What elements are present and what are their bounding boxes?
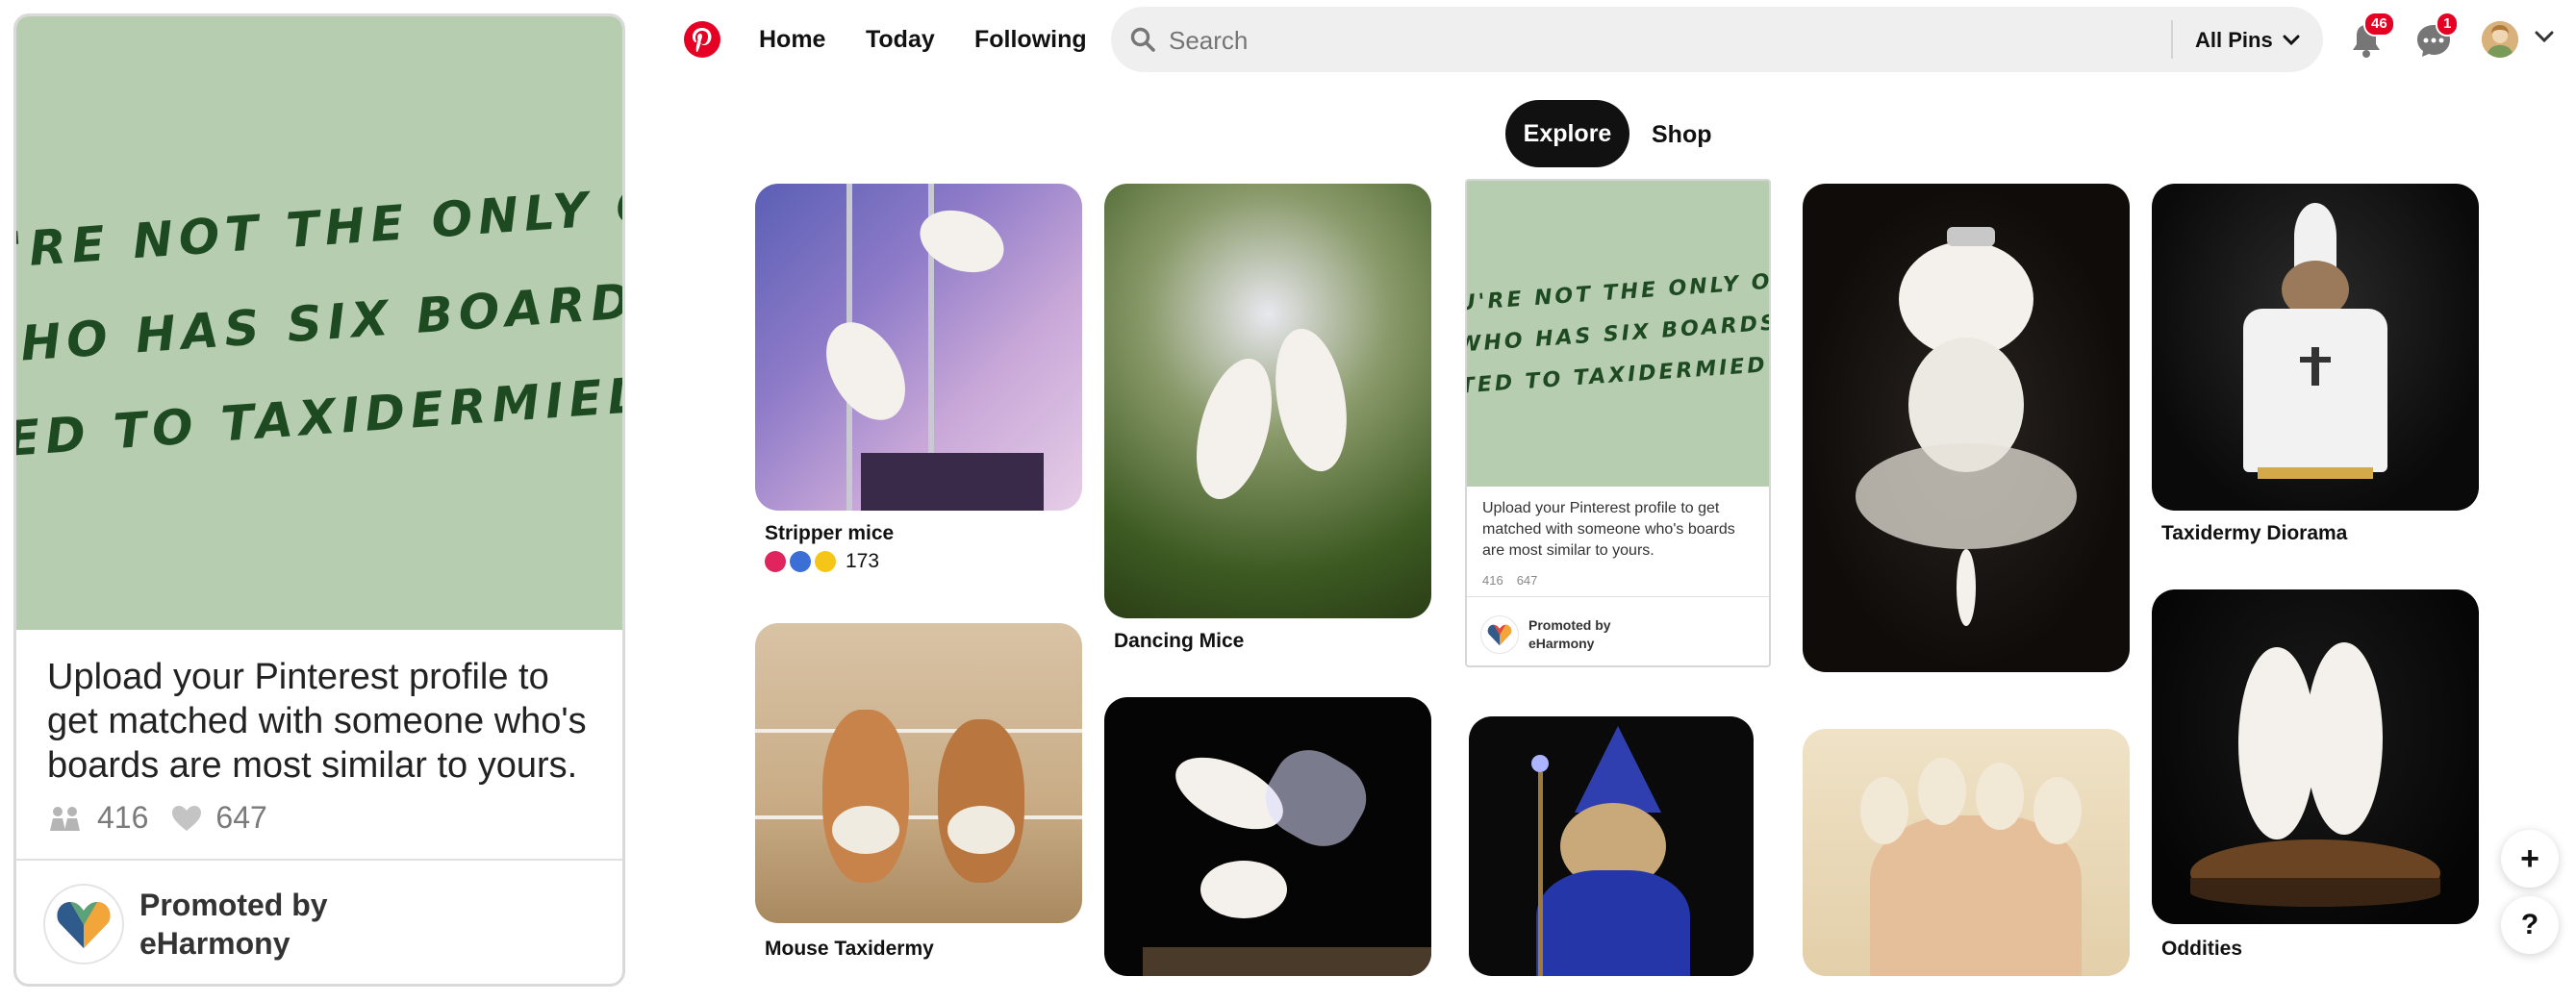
handwritten-line-2: WHO HAS SIX BOARDS [13, 270, 625, 376]
add-pin-button[interactable]: + [2501, 830, 2559, 888]
pin-taxidermy-diorama-image[interactable] [2152, 184, 2479, 511]
pin-reactions: 173 [765, 550, 879, 573]
saves-icon [50, 806, 80, 831]
reaction-count: 173 [846, 550, 880, 572]
promoted-pin-card[interactable]: YOU'RE NOT THE ONLY ONE WHO HAS SIX BOAR… [1465, 179, 1771, 667]
nav-home[interactable]: Home [759, 26, 825, 54]
divider [1467, 596, 1769, 597]
nav-following[interactable]: Following [974, 26, 1087, 54]
pin-ballerina-mouse-image[interactable] [1803, 184, 2130, 672]
search-icon [1130, 27, 1155, 52]
pin-finger-mice-image[interactable] [1803, 729, 2130, 976]
pin-bride-mice-image[interactable] [1104, 697, 1431, 976]
messages-badge: 1 [2436, 12, 2460, 37]
search-separator [2171, 20, 2173, 59]
notifications-badge: 46 [2363, 12, 2395, 37]
pin-dancing-mice-image[interactable] [1104, 184, 1431, 618]
pin-stripper-mice-title[interactable]: Stripper mice [765, 522, 894, 545]
account-chevron-down-icon[interactable] [2535, 31, 2554, 44]
promoted-pin-description: Upload your Pinterest profile to get mat… [47, 657, 587, 786]
pin-wizard-mouse-image[interactable] [1469, 716, 1754, 976]
tab-explore[interactable]: Explore [1505, 100, 1629, 167]
pin-stripper-mice-image[interactable] [755, 184, 1082, 511]
search-input[interactable] [1167, 18, 2152, 63]
nav-today[interactable]: Today [866, 26, 935, 54]
card-likes-count: 647 [1516, 573, 1538, 588]
card-handwritten-line-3: DEVOTED TO TAXIDERMIED MICE. [1465, 346, 1769, 404]
pin-dancing-mice-title[interactable]: Dancing Mice [1114, 630, 1244, 653]
heart-icon [172, 805, 202, 831]
card-advertiser-name[interactable]: eHarmony [1528, 635, 1611, 653]
search-scope-dropdown[interactable]: All Pins [2195, 28, 2300, 53]
promoted-pin-stats: 416 647 [47, 800, 267, 836]
promoted-label: Promoted by [139, 888, 328, 922]
heart-eyes-reaction-icon [765, 551, 786, 572]
chevron-down-icon [2283, 35, 2300, 46]
handwritten-line-1: YOU'RE NOT THE ONLY ONE [13, 170, 625, 288]
pin-mouse-taxidermy-title[interactable]: Mouse Taxidermy [765, 938, 934, 961]
search-bar[interactable]: All Pins [1111, 7, 2323, 72]
card-promoted-label: Promoted by [1528, 617, 1611, 633]
card-handwritten-line-2: WHO HAS SIX BOARDS [1465, 310, 1771, 358]
help-button[interactable]: ? [2501, 896, 2559, 954]
card-promoted-by[interactable]: Promoted by eHarmony [1480, 615, 1611, 654]
user-avatar[interactable] [2482, 21, 2518, 58]
pinterest-logo-icon[interactable] [684, 21, 720, 58]
wow-reaction-icon [815, 551, 836, 572]
divider [16, 859, 622, 861]
pin-oddities-title[interactable]: Oddities [2161, 938, 2242, 961]
laugh-reaction-icon [790, 551, 811, 572]
promoted-pin-card-stats: 416 647 [1482, 573, 1537, 588]
handwritten-line-3: DEVOTED TO TAXIDERMIED MICE. [13, 352, 625, 483]
promoted-pin-image[interactable]: YOU'RE NOT THE ONLY ONE WHO HAS SIX BOAR… [16, 16, 622, 630]
advertiser-name[interactable]: eHarmony [139, 924, 328, 963]
eharmony-logo[interactable] [43, 884, 124, 964]
card-handwritten-line-1: YOU'RE NOT THE ONLY ONE [1465, 266, 1771, 318]
pin-taxidermy-diorama-title[interactable]: Taxidermy Diorama [2161, 522, 2347, 545]
search-scope-label: All Pins [2195, 28, 2273, 52]
card-eharmony-logo[interactable] [1480, 615, 1519, 654]
tab-shop[interactable]: Shop [1652, 121, 1712, 149]
promoted-by[interactable]: Promoted by eHarmony [43, 884, 328, 964]
pin-mouse-taxidermy-image[interactable] [755, 623, 1082, 923]
promoted-pin-card-description: Upload your Pinterest profile to get mat… [1482, 500, 1735, 559]
promoted-pin-closeup[interactable]: YOU'RE NOT THE ONLY ONE WHO HAS SIX BOAR… [13, 13, 625, 987]
saves-count: 416 [97, 800, 149, 835]
likes-count: 647 [215, 800, 267, 835]
promoted-pin-card-image[interactable]: YOU'RE NOT THE ONLY ONE WHO HAS SIX BOAR… [1467, 181, 1769, 487]
card-saves-count: 416 [1482, 573, 1503, 588]
pin-oddities-image[interactable] [2152, 589, 2479, 924]
top-nav: Home Today Following All Pins 46 1 [654, 0, 2576, 81]
